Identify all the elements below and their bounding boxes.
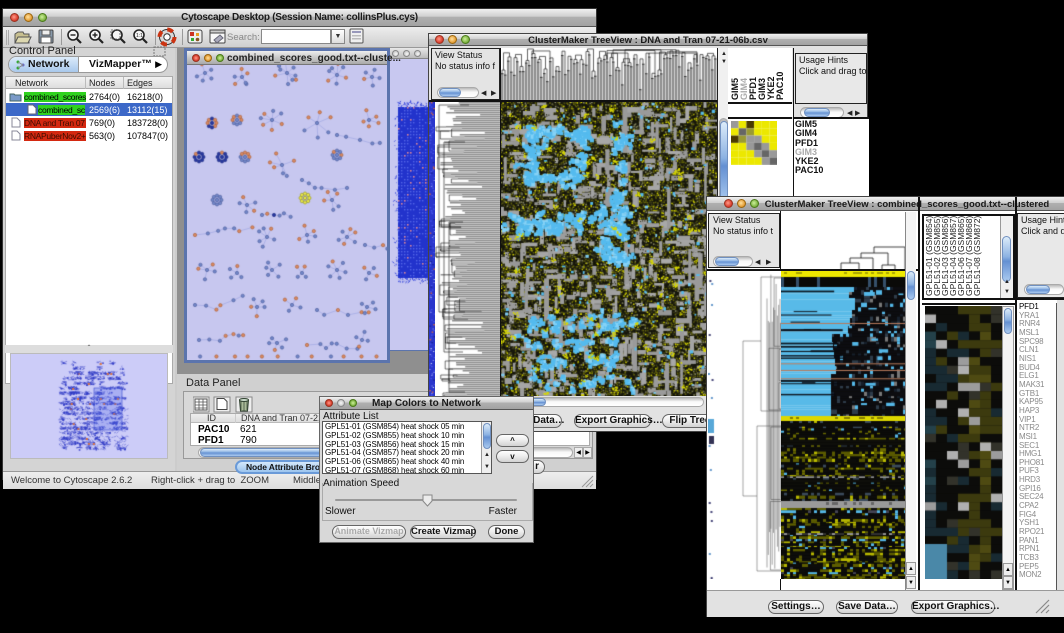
svg-text:PAC10: PAC10 <box>775 72 785 100</box>
svg-text:GPL51-08 (GSM872): GPL51-08 (GSM872) <box>972 216 982 296</box>
svg-text:1:1: 1:1 <box>136 33 143 39</box>
